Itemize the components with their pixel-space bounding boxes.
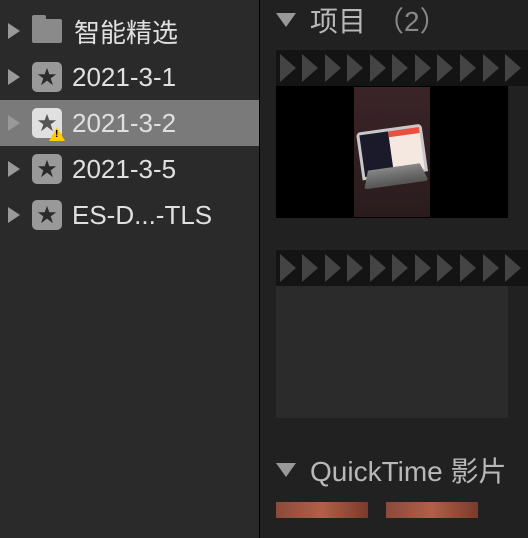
chevron-down-icon <box>276 463 296 477</box>
disclosure-icon <box>8 23 20 39</box>
disclosure-icon <box>8 69 20 85</box>
project-thumbnail-empty <box>276 286 508 418</box>
quicktime-clip-thumbnail[interactable] <box>386 502 478 518</box>
disclosure-icon <box>8 161 20 177</box>
section-title: 项目 <box>310 0 366 40</box>
disclosure-icon <box>8 207 20 223</box>
content-area: 项目 （2） QuickTime 影片 <box>259 0 528 538</box>
star-icon <box>32 200 62 230</box>
filmstrip-icon <box>276 50 528 86</box>
disclosure-icon <box>8 115 20 131</box>
project-clip[interactable] <box>276 50 528 218</box>
sidebar-item-event-1[interactable]: 2021-3-1 <box>0 54 259 100</box>
section-header-quicktime[interactable]: QuickTime 影片 <box>276 450 528 490</box>
sidebar-item-event-4[interactable]: ES-D...-TLS <box>0 192 259 238</box>
sidebar-item-smart[interactable]: 智能精选 <box>0 8 259 54</box>
warning-badge-icon <box>49 127 65 141</box>
sidebar-item-label: ES-D...-TLS <box>72 200 212 231</box>
folder-icon <box>32 19 62 43</box>
project-thumbnail <box>276 86 508 218</box>
section-header-projects[interactable]: 项目 （2） <box>276 0 528 40</box>
sidebar-item-event-2[interactable]: 2021-3-2 <box>0 100 259 146</box>
sidebar-item-label: 2021-3-2 <box>72 108 176 139</box>
sidebar-item-label: 2021-3-5 <box>72 154 176 185</box>
section-title: QuickTime 影片 <box>310 450 507 490</box>
section-count: （2） <box>376 0 448 40</box>
sidebar-item-label: 智能精选 <box>74 13 178 50</box>
star-icon <box>32 62 62 92</box>
star-icon <box>32 154 62 184</box>
project-clip[interactable] <box>276 250 528 418</box>
sidebar-item-label: 2021-3-1 <box>72 62 176 93</box>
sidebar-item-event-3[interactable]: 2021-3-5 <box>0 146 259 192</box>
filmstrip-icon <box>276 250 528 286</box>
star-icon <box>32 108 62 138</box>
sidebar: 智能精选 2021-3-1 2021-3-2 2021-3-5 ES-D...-… <box>0 0 259 538</box>
chevron-down-icon <box>276 13 296 27</box>
quicktime-clips-row <box>276 502 528 518</box>
quicktime-clip-thumbnail[interactable] <box>276 502 368 518</box>
